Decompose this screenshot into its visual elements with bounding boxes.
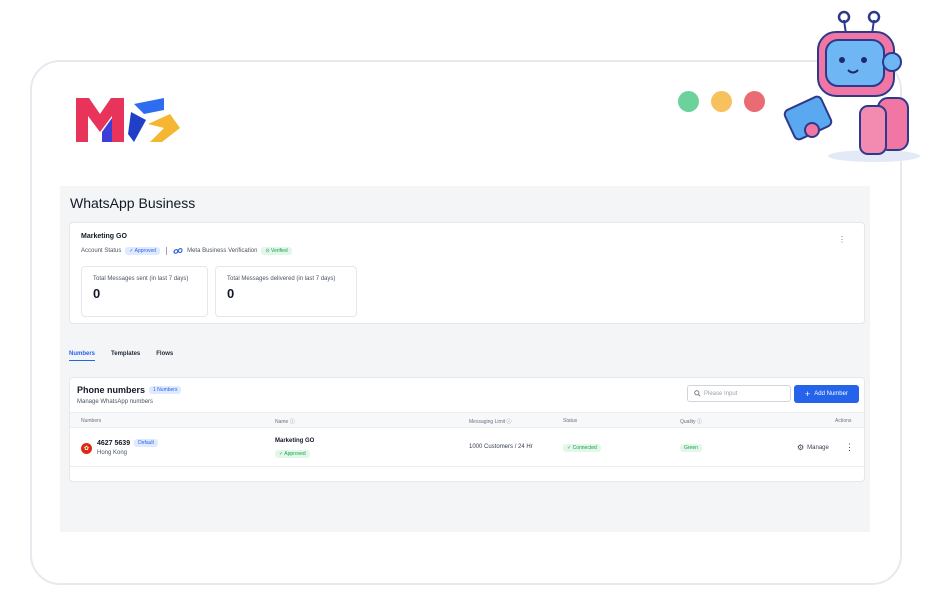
phone-number: 4627 5639 Default bbox=[97, 439, 158, 447]
quality-badge: Green bbox=[680, 444, 702, 452]
row-name: Marketing GO bbox=[275, 438, 315, 444]
stat-messages-sent: Total Messages sent (in last 7 days) 0 bbox=[81, 266, 208, 317]
search-placeholder: Please Input bbox=[704, 390, 738, 397]
col-messaging-limit: Messaging Limit ⓘ bbox=[469, 418, 512, 425]
col-quality-label: Quality bbox=[680, 419, 696, 425]
hong-kong-flag-icon: ✿ bbox=[81, 443, 92, 454]
phone-number-value: 4627 5639 bbox=[97, 439, 131, 447]
green-dot bbox=[678, 91, 699, 112]
row-more-icon[interactable]: ⋮ bbox=[845, 442, 854, 453]
add-number-button[interactable]: + Add Number bbox=[794, 385, 859, 403]
divider bbox=[166, 247, 168, 255]
col-numbers: Numbers bbox=[81, 418, 102, 424]
decorative-dots bbox=[678, 91, 765, 112]
count-badge: 1 Numbers bbox=[149, 386, 182, 394]
info-icon: ⓘ bbox=[289, 419, 295, 425]
approved-badge: ✓ Approved bbox=[125, 247, 161, 255]
account-status-row: Account Status ✓ Approved Meta Business … bbox=[81, 247, 292, 255]
red-dot bbox=[744, 91, 765, 112]
default-badge: Default bbox=[134, 439, 158, 447]
col-quality: Quality ⓘ bbox=[680, 418, 702, 425]
search-icon bbox=[694, 390, 701, 397]
connected-badge: ✓ Connected bbox=[563, 444, 601, 452]
phone-numbers-header: Phone numbers 1 Numbers bbox=[77, 385, 182, 395]
col-limit-label: Messaging Limit bbox=[469, 419, 506, 425]
plus-icon: + bbox=[805, 389, 811, 399]
stat-label: Total Messages delivered (in last 7 days… bbox=[227, 276, 336, 282]
account-name: Marketing GO bbox=[81, 233, 127, 240]
table-header: Numbers Name ⓘ Messaging Limit ⓘ Status … bbox=[70, 412, 864, 428]
row-approved-badge: ✓ Approved bbox=[275, 450, 310, 458]
yellow-dot bbox=[711, 91, 732, 112]
app-panel: WhatsApp Business Marketing GO Account S… bbox=[60, 186, 870, 532]
robot-illustration bbox=[783, 10, 920, 162]
tab-bar: Numbers Templates Flows bbox=[69, 351, 173, 361]
add-number-label: Add Number bbox=[814, 391, 848, 397]
manage-button[interactable]: ⚙ Manage bbox=[797, 443, 829, 452]
col-actions: Actions bbox=[835, 418, 852, 424]
tab-flows[interactable]: Flows bbox=[156, 351, 173, 361]
section-title: Phone numbers bbox=[77, 385, 146, 395]
search-input[interactable]: Please Input bbox=[687, 385, 791, 402]
stat-value: 0 bbox=[93, 286, 101, 301]
section-subtitle: Manage WhatsApp numbers bbox=[77, 399, 154, 405]
meta-icon bbox=[173, 248, 183, 254]
manage-label: Manage bbox=[807, 444, 829, 451]
col-name: Name ⓘ bbox=[275, 418, 295, 425]
table-row: ✿ 4627 5639 Default Hong Kong Marketing … bbox=[70, 429, 864, 467]
phone-numbers-card: Phone numbers 1 Numbers Manage WhatsApp … bbox=[69, 377, 865, 482]
gear-icon: ⚙ bbox=[797, 443, 805, 452]
more-options-icon[interactable]: ⋮ bbox=[838, 235, 846, 244]
stat-label: Total Messages sent (in last 7 days) bbox=[93, 276, 189, 282]
meta-verification-label: Meta Business Verification bbox=[187, 248, 258, 254]
brand-logo bbox=[76, 98, 180, 142]
account-status-label: Account Status bbox=[81, 248, 122, 254]
messaging-limit: 1000 Customers / 24 Hr bbox=[469, 444, 533, 450]
tab-numbers[interactable]: Numbers bbox=[69, 351, 96, 361]
col-name-label: Name bbox=[275, 419, 289, 425]
stat-messages-delivered: Total Messages delivered (in last 7 days… bbox=[215, 266, 357, 317]
info-icon: ⓘ bbox=[506, 419, 512, 425]
region-label: Hong Kong bbox=[97, 450, 128, 456]
verified-badge: ⊙ Verified bbox=[261, 247, 292, 255]
stat-value: 0 bbox=[227, 286, 235, 301]
tab-templates[interactable]: Templates bbox=[111, 351, 140, 361]
account-card: Marketing GO Account Status ✓ Approved M… bbox=[69, 222, 865, 324]
page-title: WhatsApp Business bbox=[70, 195, 196, 211]
col-status: Status bbox=[563, 418, 578, 424]
info-icon: ⓘ bbox=[696, 419, 702, 425]
